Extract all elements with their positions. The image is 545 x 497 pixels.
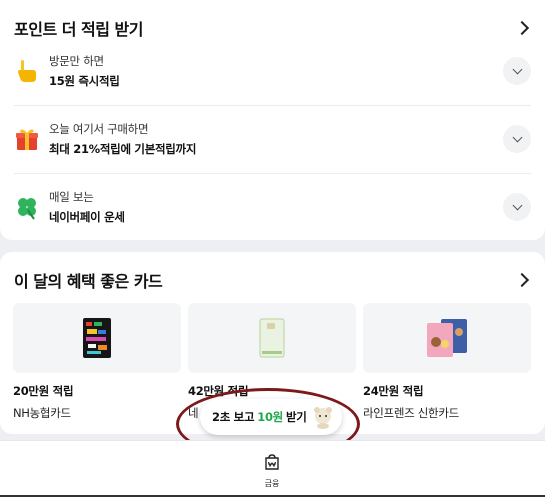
chevron-down-icon [512,200,522,210]
points-card: 포인트 더 적립 받기 방문만 하면 15원 즉시적립 오늘 여기서 구매하면 … [0,0,545,240]
card-image [188,303,356,373]
card-image [363,303,531,373]
benefit-sub-text: 매일 보는 [49,190,94,204]
benefit-sub-text: 방문만 하면 [49,54,104,68]
gift-icon [14,126,40,152]
card-item[interactable]: 20만원 적립 NH농협카드 [13,303,181,421]
benefit-main-text: 15원 즉시적립 [49,74,120,88]
card-reward: 24만원 적립 [363,384,424,398]
points-section-title: 포인트 더 적립 받기 [14,20,143,39]
cards-section-header[interactable]: 이 달의 혜택 좋은 카드 [14,268,531,292]
card-image [13,303,181,373]
chevron-right-icon[interactable] [514,272,530,288]
benefit-main-text: 최대 21%적립에 기본적립까지 [49,142,197,156]
chevron-down-icon [512,64,522,74]
card-name: NH농협카드 [13,406,71,420]
card-name: 라인프렌즈 신한카드 [363,406,459,420]
chevron-right-icon[interactable] [514,20,530,36]
benefit-row-visit[interactable]: 방문만 하면 15원 즉시적립 [14,38,531,104]
expand-button[interactable] [503,125,531,153]
benefit-row-fortune[interactable]: 매일 보는 네이버페이 운세 [14,174,531,240]
card-item[interactable]: 24만원 적립 라인프렌즈 신한카드 [363,303,531,421]
benefit-main-text: 네이버페이 운세 [49,210,125,224]
expand-button[interactable] [503,193,531,221]
tab-finance[interactable]: 금융 [258,453,286,489]
wallet-won-icon [263,453,281,475]
four-leaf-clover-icon [14,194,40,220]
cards-section-title: 이 달의 혜택 좋은 카드 [14,272,163,291]
card-reward: 20만원 적립 [13,384,74,398]
benefit-row-purchase[interactable]: 오늘 여기서 구매하면 최대 21%적립에 기본적립까지 [14,106,531,172]
benefit-sub-text: 오늘 여기서 구매하면 [49,122,149,136]
chevron-down-icon [512,132,522,142]
bottom-nav: 금융 [0,440,545,497]
tab-label: 금융 [264,479,280,488]
expand-button[interactable] [503,57,531,85]
points-section-header[interactable]: 포인트 더 적립 받기 [14,16,531,40]
pointing-hand-icon [14,58,40,84]
